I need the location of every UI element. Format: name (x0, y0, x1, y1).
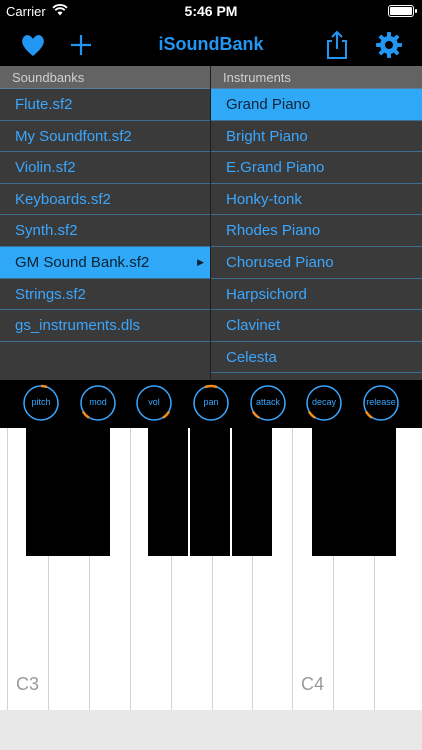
black-key[interactable] (148, 428, 188, 556)
black-key[interactable] (68, 428, 110, 556)
soundbank-row[interactable]: Flute.sf2 (0, 89, 210, 121)
knob-bar: pitch mod vol pan attack decay release (0, 380, 422, 428)
instruments-header: Instruments (211, 66, 422, 89)
black-key[interactable] (232, 428, 272, 556)
black-key[interactable] (354, 428, 396, 556)
decay-knob[interactable]: decay (305, 384, 343, 422)
soundbank-row[interactable]: Keyboards.sf2 (0, 184, 210, 216)
status-time: 5:46 PM (184, 3, 238, 19)
app-title: iSoundBank (158, 34, 264, 54)
white-key[interactable] (0, 428, 8, 710)
instrument-row[interactable]: Rhodes Piano (211, 215, 422, 247)
instrument-row[interactable]: Clavinet (211, 310, 422, 342)
key-label-c3: C3 (16, 674, 40, 694)
status-bar: Carrier 5:46 PM (0, 0, 422, 22)
black-key[interactable] (312, 428, 354, 556)
gear-icon[interactable] (374, 30, 404, 60)
soundbank-row[interactable]: Strings.sf2 (0, 279, 210, 311)
release-knob[interactable]: release (362, 384, 400, 422)
vol-knob[interactable]: vol (135, 384, 173, 422)
soundbank-row-selected[interactable]: GM Sound Bank.sf2 ▶ (0, 246, 210, 279)
instrument-row[interactable]: E.Grand Piano (211, 152, 422, 184)
disclosure-arrow-icon: ▶ (197, 256, 204, 267)
attack-knob[interactable]: attack (249, 384, 287, 422)
soundbank-row[interactable]: Synth.sf2 (0, 215, 210, 247)
soundbanks-pane: Soundbanks Flute.sf2 My Soundfont.sf2 Vi… (0, 66, 210, 380)
soundbank-row[interactable]: gs_instruments.dls (0, 310, 210, 342)
keyboard-scroll-bar[interactable] (0, 710, 422, 750)
piano-keyboard: C3 C4 (0, 428, 422, 710)
instrument-row-selected[interactable]: Grand Piano (211, 89, 422, 121)
battery-icon (388, 5, 417, 17)
mod-knob[interactable]: mod (79, 384, 117, 422)
soundbanks-header: Soundbanks (0, 66, 210, 89)
instrument-row[interactable]: Chorused Piano (211, 247, 422, 279)
instrument-row[interactable]: Honky-tonk (211, 184, 422, 216)
pan-knob[interactable]: pan (192, 384, 230, 422)
browser-panes: Soundbanks Flute.sf2 My Soundfont.sf2 Vi… (0, 66, 422, 380)
soundbank-row[interactable]: Violin.sf2 (0, 152, 210, 184)
soundbank-row[interactable]: My Soundfont.sf2 (0, 121, 210, 153)
key-label-c4: C4 (301, 674, 325, 694)
share-icon[interactable] (322, 30, 352, 60)
black-key[interactable] (26, 428, 68, 556)
instrument-row[interactable]: Harpsichord (211, 279, 422, 311)
black-key[interactable] (190, 428, 230, 556)
pitch-knob[interactable]: pitch (22, 384, 60, 422)
instrument-row[interactable]: Celesta (211, 342, 422, 374)
nav-bar: iSoundBank (0, 22, 422, 66)
instruments-pane: Instruments Grand Piano Bright Piano E.G… (211, 66, 422, 380)
instrument-row[interactable]: Bright Piano (211, 121, 422, 153)
